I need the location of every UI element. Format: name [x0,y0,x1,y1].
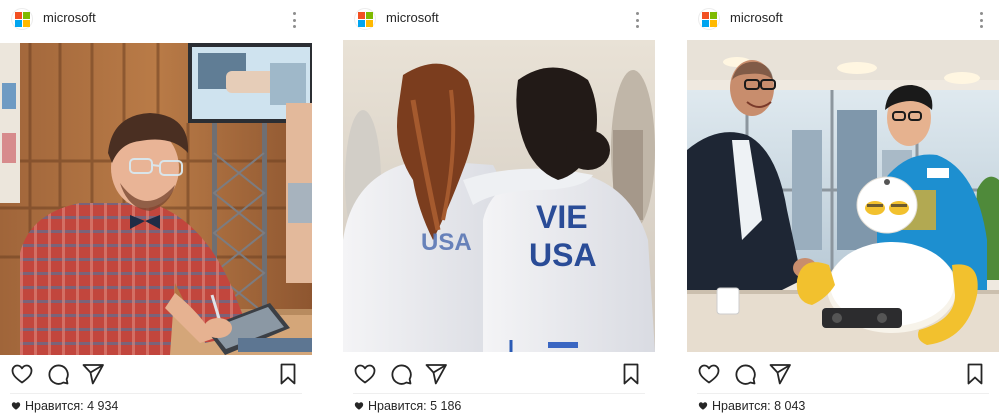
save-button[interactable] [276,362,300,386]
comment-bubble-icon [391,364,412,385]
like-button[interactable] [353,362,377,386]
share-button[interactable] [81,362,105,386]
paper-plane-icon [82,364,104,385]
bookmark-icon [280,363,296,385]
avatar[interactable] [11,8,33,30]
post-photo[interactable]: USA VIE USA [343,40,655,352]
save-button[interactable] [963,362,987,386]
likes-count[interactable]: Нравится: 4 934 [11,399,118,413]
post-header: microsoft [0,0,312,40]
likes-count[interactable]: Нравится: 5 186 [354,399,461,413]
like-button[interactable] [10,362,34,386]
microsoft-logo-icon [357,11,373,27]
heart-outline-icon [354,364,376,384]
comment-bubble-icon [735,364,756,385]
avatar[interactable] [354,8,376,30]
post-photo[interactable] [687,40,999,352]
jacket-text-right-top: VIE [536,199,588,235]
microsoft-logo-icon [14,11,30,27]
instagram-feed: microsoft Нравится: 4 934 microsoft USA … [0,0,1000,418]
three-dots-vertical-icon[interactable] [292,12,296,28]
three-dots-vertical-icon[interactable] [635,12,639,28]
like-button[interactable] [697,362,721,386]
divider [10,393,302,394]
comment-bubble-icon [48,364,69,385]
comment-button[interactable] [389,362,413,386]
heart-outline-icon [11,364,33,384]
photo-man-drawing-on-tablet [0,43,312,355]
post-header: microsoft [343,0,655,40]
likes-label: Нравится: 8 043 [712,399,806,413]
avatar[interactable] [698,8,720,30]
paper-plane-icon [769,364,791,385]
microsoft-logo-icon [701,11,717,27]
post-photo[interactable] [0,43,312,355]
post-actions [687,362,999,388]
divider [353,393,645,394]
username-link[interactable]: microsoft [43,10,96,25]
heart-filled-icon [698,401,708,411]
likes-count[interactable]: Нравится: 8 043 [698,399,805,413]
post-actions [0,362,312,388]
divider [697,393,989,394]
photo-two-fencers: USA VIE USA [343,40,655,352]
save-button[interactable] [619,362,643,386]
jacket-text-left: USA [421,229,472,256]
share-button[interactable] [424,362,448,386]
post-header: microsoft [687,0,999,40]
likes-label: Нравится: 4 934 [25,399,119,413]
comment-button[interactable] [733,362,757,386]
paper-plane-icon [425,364,447,385]
post-card: microsoft [343,0,655,418]
share-button[interactable] [768,362,792,386]
username-link[interactable]: microsoft [386,10,439,25]
bookmark-icon [623,363,639,385]
post-card: microsoft [687,0,999,418]
post-actions [343,362,655,388]
jacket-text-right-bottom: USA [529,237,597,273]
bookmark-icon [967,363,983,385]
heart-filled-icon [11,401,21,411]
photo-man-boy-robot [687,40,999,352]
post-card: microsoft [0,0,312,418]
comment-button[interactable] [46,362,70,386]
username-link[interactable]: microsoft [730,10,783,25]
heart-filled-icon [354,401,364,411]
heart-outline-icon [698,364,720,384]
likes-label: Нравится: 5 186 [368,399,462,413]
three-dots-vertical-icon[interactable] [979,12,983,28]
